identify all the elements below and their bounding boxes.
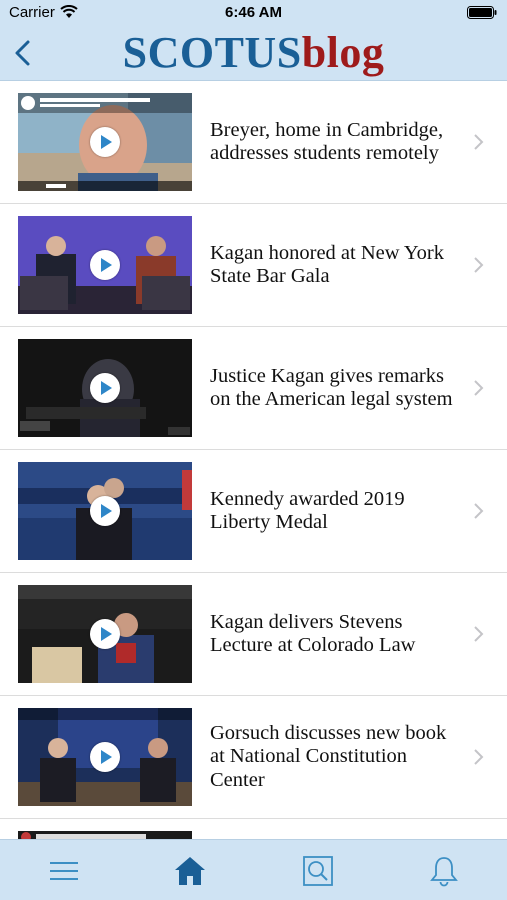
video-row-kagan-bar-gala[interactable]: Kagan honored at New York State Bar Gala bbox=[0, 204, 507, 327]
menu-icon[interactable] bbox=[47, 854, 81, 888]
clock: 6:46 AM bbox=[225, 4, 282, 21]
video-row-gorsuch-book[interactable]: Gorsuch discusses new book at National C… bbox=[0, 696, 507, 819]
video-list: Breyer, home in Cambridge, addresses stu… bbox=[0, 81, 507, 840]
video-row-partial[interactable] bbox=[0, 819, 507, 840]
battery-icon bbox=[467, 6, 497, 19]
video-title[interactable]: Kagan delivers Stevens Lecture at Colora… bbox=[210, 573, 460, 695]
home-icon[interactable] bbox=[173, 854, 207, 888]
video-title[interactable]: Gorsuch discusses new book at National C… bbox=[210, 696, 460, 818]
logo-scotus: SCOTUS bbox=[122, 28, 302, 77]
chevron-right-icon bbox=[474, 626, 484, 642]
nav-bar: SCOTUSblog bbox=[0, 26, 507, 81]
video-title[interactable]: Kagan honored at New York State Bar Gala bbox=[210, 204, 460, 326]
chevron-right-icon bbox=[474, 380, 484, 396]
chevron-right-icon bbox=[474, 503, 484, 519]
video-title[interactable] bbox=[210, 819, 460, 840]
play-icon[interactable] bbox=[90, 127, 120, 157]
video-title[interactable]: Justice Kagan gives remarks on the Ameri… bbox=[210, 327, 460, 449]
scotusblog-logo: SCOTUSblog bbox=[0, 26, 507, 80]
tab-bar bbox=[0, 839, 507, 900]
play-icon[interactable] bbox=[90, 373, 120, 403]
chevron-right-icon bbox=[474, 749, 484, 765]
video-thumbnail[interactable] bbox=[18, 585, 192, 683]
play-icon[interactable] bbox=[90, 250, 120, 280]
search-icon[interactable] bbox=[301, 854, 335, 888]
video-row-kennedy-liberty-medal[interactable]: Kennedy awarded 2019 Liberty Medal bbox=[0, 450, 507, 573]
video-row-breyer[interactable]: Breyer, home in Cambridge, addresses stu… bbox=[0, 81, 507, 204]
video-thumbnail[interactable] bbox=[18, 339, 192, 437]
logo-blog: blog bbox=[301, 28, 385, 77]
video-title[interactable]: Kennedy awarded 2019 Liberty Medal bbox=[210, 450, 460, 572]
play-icon[interactable] bbox=[90, 496, 120, 526]
status-bar: Carrier 6:46 AM bbox=[0, 0, 507, 26]
chevron-right-icon bbox=[474, 134, 484, 150]
play-icon[interactable] bbox=[90, 619, 120, 649]
bell-icon[interactable] bbox=[427, 854, 461, 888]
video-thumbnail[interactable] bbox=[18, 216, 192, 314]
video-thumbnail[interactable] bbox=[18, 93, 192, 191]
video-title[interactable]: Breyer, home in Cambridge, addresses stu… bbox=[210, 81, 460, 203]
video-thumbnail[interactable] bbox=[18, 462, 192, 560]
video-row-kagan-legal-system[interactable]: Justice Kagan gives remarks on the Ameri… bbox=[0, 327, 507, 450]
chevron-right-icon bbox=[474, 257, 484, 273]
video-thumbnail[interactable] bbox=[18, 708, 192, 806]
play-icon[interactable] bbox=[90, 742, 120, 772]
video-row-kagan-stevens-lecture[interactable]: Kagan delivers Stevens Lecture at Colora… bbox=[0, 573, 507, 696]
